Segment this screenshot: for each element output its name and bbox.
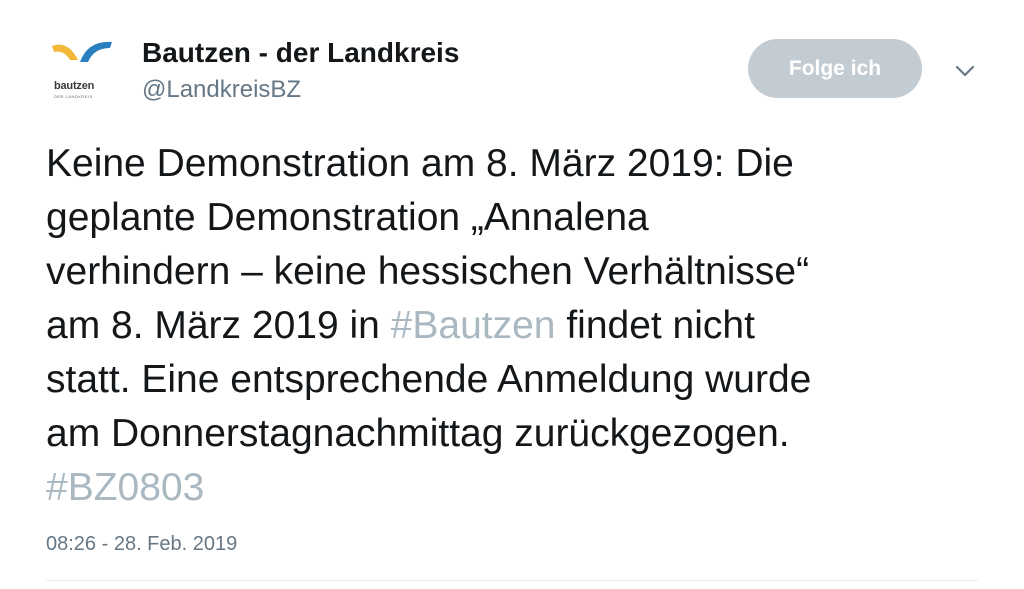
display-name[interactable]: Bautzen - der Landkreis — [142, 37, 459, 69]
follow-button[interactable]: Folge ich — [748, 39, 922, 98]
divider — [46, 580, 978, 581]
avatar-subtitle: DER LANDKREIS — [54, 94, 93, 99]
chevron-down-icon[interactable] — [952, 60, 978, 80]
user-handle[interactable]: @LandkreisBZ — [142, 76, 301, 104]
avatar[interactable]: bautzen DER LANDKREIS — [46, 36, 116, 106]
tweet-timestamp[interactable]: 08:26 - 28. Feb. 2019 — [46, 533, 237, 556]
tweet-text: Keine Demonstration am 8. März 2019: Die… — [46, 137, 976, 515]
bautzen-logo-icon — [52, 41, 112, 62]
hashtag-bz0803[interactable]: #BZ0803 — [46, 466, 204, 509]
avatar-wordmark: bautzen — [54, 80, 95, 92]
hashtag-bautzen[interactable]: #Bautzen — [391, 304, 556, 347]
